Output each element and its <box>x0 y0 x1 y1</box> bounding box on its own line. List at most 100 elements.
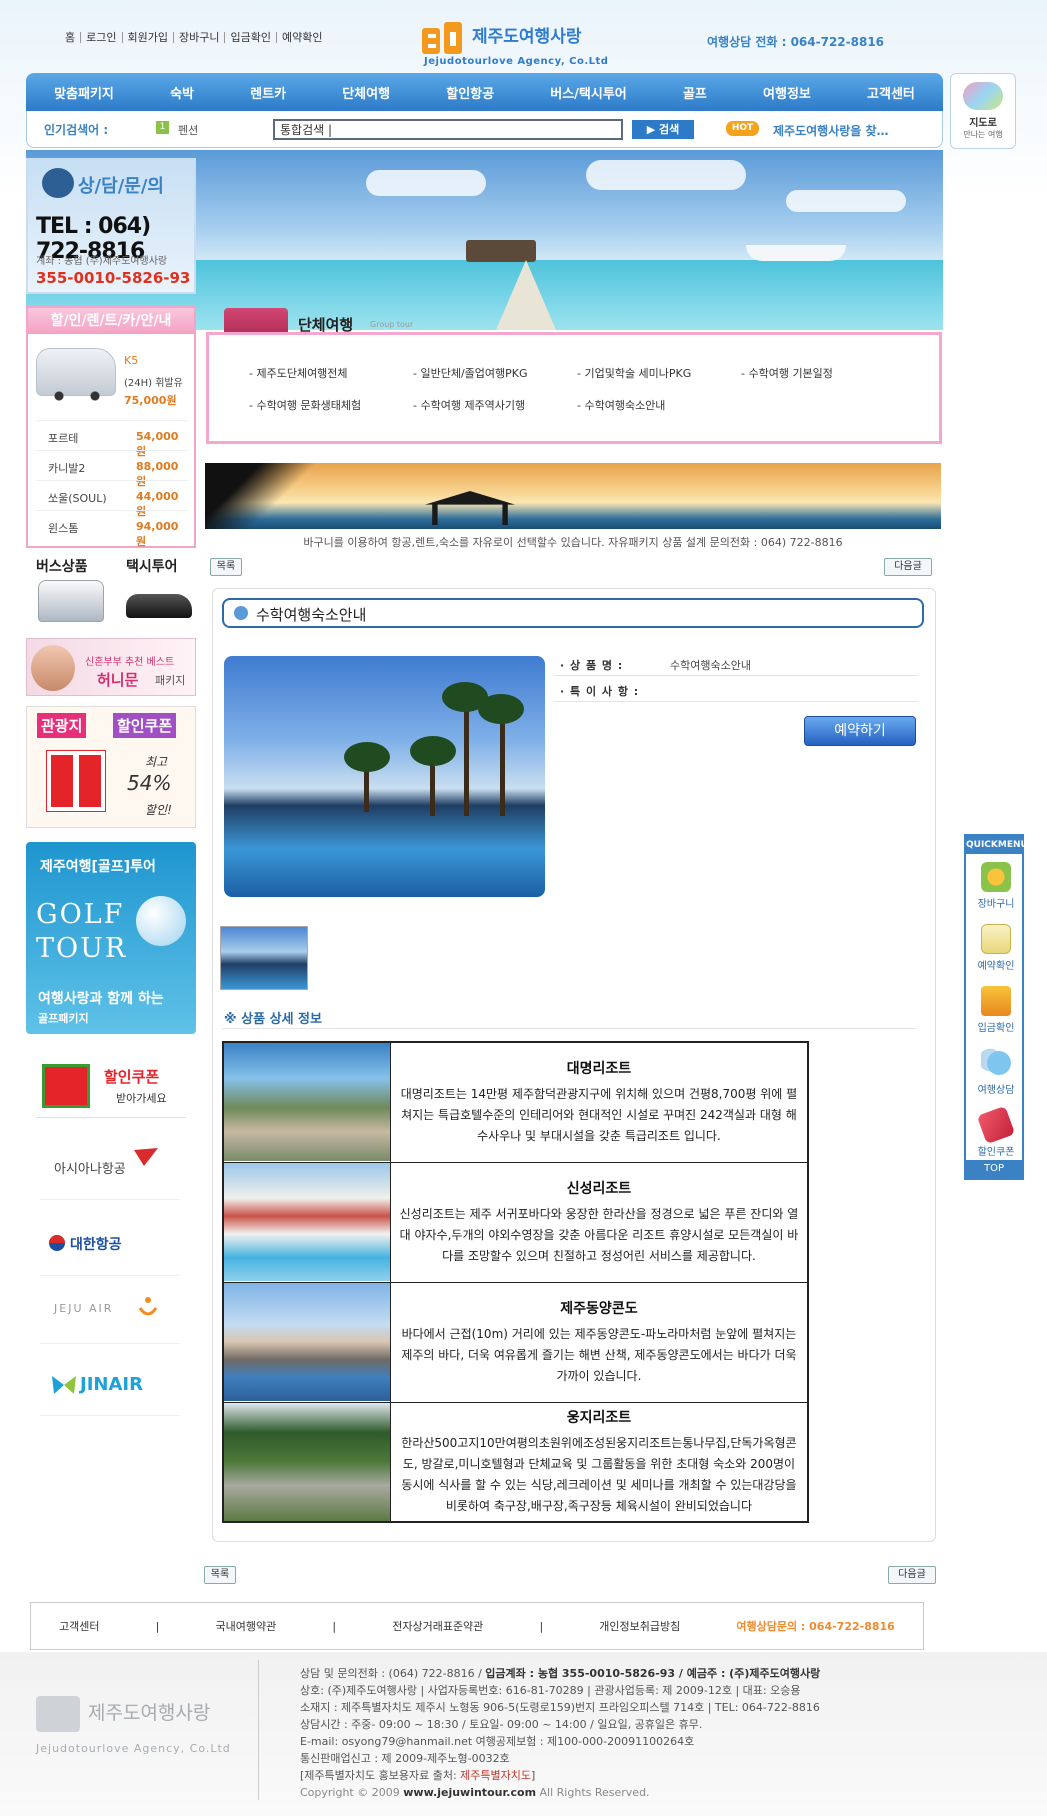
group-link[interactable]: - 제주도단체여행전체 <box>249 365 348 381</box>
book-button[interactable]: 예약하기 <box>804 716 916 746</box>
coupon-discount: 할인! <box>145 803 172 817</box>
car-row[interactable]: 카니발2 88,000원 <box>36 450 188 488</box>
group-link[interactable]: - 수학여행 문화생태체험 <box>249 397 361 413</box>
resort-cell: 웅지리조트 한라산500고지10만여평의초원위에조성된웅지리조트는통나무집,단독… <box>389 1401 809 1523</box>
honeymoon-line3: 패키지 <box>155 674 186 687</box>
product-name-label: · 상 품 명 : <box>560 659 624 672</box>
quick-item-consult[interactable]: 여행상담 <box>970 1048 1022 1096</box>
top-links: 홈 로그인 회원가입 장바구니 입금확인 예약확인 <box>60 32 327 43</box>
group-tour-subtitle: Group tour <box>370 320 414 329</box>
footer-link-privacy[interactable]: 개인정보취급방침 <box>599 1618 680 1634</box>
top-link-login[interactable]: 로그인 <box>81 32 123 43</box>
taxi-icon[interactable] <box>126 594 192 618</box>
quick-item-cart[interactable]: 장바구니 <box>970 862 1022 910</box>
golf-tour-banner[interactable]: 제주여행[골프]투어 GOLF TOUR 여행사랑과 함께 하는 골프패키지 <box>26 842 196 1034</box>
nav-rentcar[interactable]: 렌트카 <box>250 83 286 102</box>
footer-link-customer[interactable]: 고객센터 <box>59 1618 99 1634</box>
footer-link-terms[interactable]: 국내여행약관 <box>216 1618 277 1634</box>
bus-icon[interactable] <box>38 580 104 622</box>
top-link-deposit[interactable]: 입금확인 <box>225 32 277 43</box>
nav-group-tour[interactable]: 단체여행 <box>342 83 390 102</box>
title-bullet-icon <box>234 606 248 620</box>
footer-source-label: [제주특별자치도 홍보용자료 출처: <box>300 1769 457 1782</box>
car-name: 쏘울(SOUL) <box>48 492 107 505</box>
airline-jeju-air[interactable]: JEJU AIR <box>40 1278 180 1344</box>
next-button-bottom[interactable]: 다음글 <box>888 1566 936 1584</box>
jin-air-butterfly-icon <box>52 1376 76 1394</box>
list-button-top[interactable]: 목록 <box>210 558 242 576</box>
airline-korean-air[interactable]: 대한항공 <box>40 1210 180 1276</box>
car-name: 윈스톰 <box>48 522 79 535</box>
product-title: 수학여행숙소안내 <box>256 606 367 624</box>
group-link[interactable]: - 수학여행 제주역사기행 <box>413 397 525 413</box>
top-link-cart[interactable]: 장바구니 <box>174 32 226 43</box>
footer-link-ecommerce[interactable]: 전자상거래표준약관 <box>392 1618 483 1634</box>
popular-keyword[interactable]: 펜션 <box>178 122 198 138</box>
quick-item-coupon[interactable]: 할인쿠폰 <box>970 1105 1022 1158</box>
featured-car-fuel: (24H) 휘발유 <box>124 378 183 389</box>
product-thumbnail[interactable] <box>220 926 308 990</box>
featured-car-name[interactable]: K5 <box>124 354 138 367</box>
chat-bubble-icon <box>981 1048 1011 1078</box>
bus-taxi-links: 버스상품 택시투어 <box>26 556 196 628</box>
group-link[interactable]: - 기업및학술 세미나PKG <box>577 365 691 381</box>
group-link[interactable]: - 일반단체/졸업여행PKG <box>413 365 528 381</box>
list-button-bottom[interactable]: 목록 <box>204 1566 236 1584</box>
site-url-link[interactable]: www.jejuwintour.com <box>403 1786 536 1799</box>
asiana-wing-icon <box>134 1148 158 1166</box>
map-travel-box[interactable]: 지도로 만나는 여행 <box>950 73 1016 149</box>
copyright-text: Copyright © 2009 <box>300 1786 400 1799</box>
nav-lodging[interactable]: 숙박 <box>170 83 194 102</box>
quick-item-label: 할인쿠폰 <box>977 1147 1015 1158</box>
nav-bus-taxi[interactable]: 버스/택시투어 <box>550 83 627 102</box>
attraction-coupon-banner[interactable]: 관광지 할인쿠폰 최고 54% 할인! <box>26 706 196 828</box>
car-row[interactable]: 쏘울(SOUL) 44,000원 <box>36 480 188 518</box>
search-input[interactable]: 통합검색 | <box>273 119 623 140</box>
next-button-top[interactable]: 다음글 <box>884 558 932 576</box>
quick-menu-top-button[interactable]: TOP <box>966 1160 1022 1178</box>
korean-air-taeguk-icon <box>49 1235 65 1251</box>
taxi-tour-link[interactable]: 택시투어 <box>126 556 178 576</box>
package-notice: 바구니를 이용하여 항공,렌트,숙소를 자유로이 선택할수 있습니다. 자유패키… <box>303 536 843 549</box>
coupon-h2: 할인쿠폰 <box>113 713 177 738</box>
featured-car-price: 75,000원 <box>124 394 177 407</box>
discount-coupon-banner[interactable]: 할인쿠폰 받아가세요 <box>36 1054 186 1118</box>
top-link-reservation[interactable]: 예약확인 <box>277 32 327 43</box>
bus-product-link[interactable]: 버스상품 <box>36 556 88 576</box>
car-name: 포르테 <box>48 432 79 445</box>
nav-golf[interactable]: 골프 <box>683 83 707 102</box>
resort-name: 제주동양콘도 <box>560 1300 638 1317</box>
car-image[interactable] <box>36 348 116 401</box>
footer-line3: 소재지 : 제주특별자치도 제주시 노형동 906-5(도령로159)번지 프라… <box>300 1701 820 1714</box>
popular-rank-badge: 1 <box>156 121 169 134</box>
search-button[interactable]: ▶ 검색 <box>632 120 694 139</box>
marquee-text[interactable]: 제주도여행사랑을 찾… <box>773 122 943 139</box>
account-label: 계좌 : 농협 (주)제주도여행사랑 <box>36 256 168 267</box>
airline-asiana[interactable]: 아시아나항공 <box>40 1134 180 1200</box>
cart-flower-icon <box>981 862 1011 892</box>
quick-item-label: 여행상담 <box>977 1085 1015 1096</box>
resort-photo <box>222 1281 391 1403</box>
honeymoon-banner[interactable]: 신혼부부 추천 베스트 허니문 패키지 <box>26 638 196 696</box>
airline-jin-air[interactable]: JINAIR <box>40 1350 180 1416</box>
detail-header: ※ 상품 상세 정보 <box>224 1012 322 1027</box>
quick-item-deposit[interactable]: 입금확인 <box>970 986 1022 1034</box>
product-main-photo[interactable] <box>224 656 545 897</box>
nav-custom-package[interactable]: 맞춤패키지 <box>54 83 114 102</box>
quick-item-reservation[interactable]: 예약확인 <box>970 924 1022 972</box>
top-link-home[interactable]: 홈 <box>60 32 82 43</box>
nav-discount-air[interactable]: 할인항공 <box>446 83 494 102</box>
top-link-join[interactable]: 회원가입 <box>123 32 174 43</box>
resort-name: 대명리조트 <box>566 1060 632 1077</box>
nav-customer-center[interactable]: 고객센터 <box>867 83 915 102</box>
group-link[interactable]: - 수학여행 기본일정 <box>741 365 833 381</box>
car-row[interactable]: 포르테 54,000원 <box>36 420 188 458</box>
footer-source-link[interactable]: 제주특별자치도 <box>460 1769 531 1782</box>
nav-travel-info[interactable]: 여행정보 <box>763 83 811 102</box>
car-row[interactable]: 윈스톰 94,000원 <box>36 510 188 548</box>
won-coin-icon <box>981 986 1011 1016</box>
resort-cell: 신성리조트 신성리조트는 제주 서귀포바다와 웅장한 한라산을 정경으로 넓은 … <box>389 1161 809 1283</box>
group-link[interactable]: - 수학여행숙소안내 <box>577 397 665 413</box>
site-logo[interactable]: 제주도여행사랑 Jejudotourlove Agency, Co.Ltd <box>420 10 625 70</box>
dcoupon-sub: 받아가세요 <box>116 1092 167 1105</box>
